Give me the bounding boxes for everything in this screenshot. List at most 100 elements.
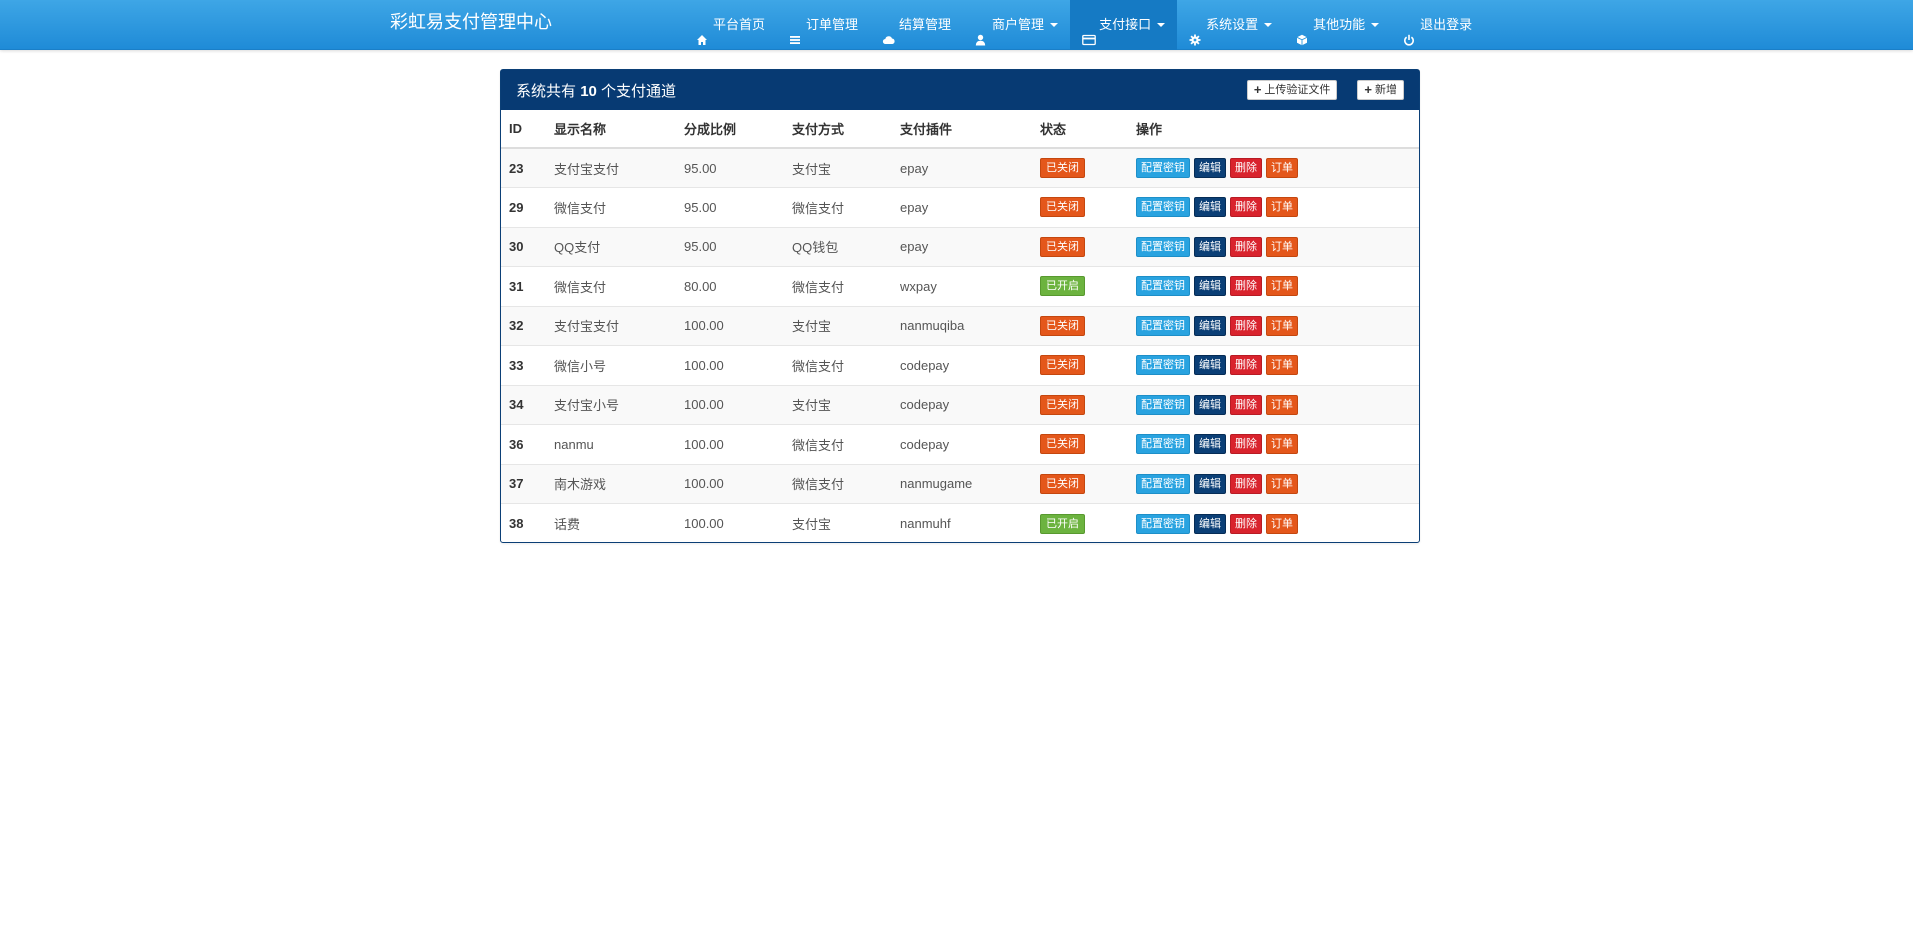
channel-name: 微信支付 — [546, 266, 676, 306]
nav-item-label: 结算管理 — [899, 17, 952, 32]
delete-button[interactable]: 删除 — [1230, 355, 1262, 376]
config-key-button[interactable]: 配置密钥 — [1136, 473, 1190, 494]
channel-method: QQ钱包 — [784, 226, 892, 267]
orders-button[interactable]: 订单 — [1266, 315, 1298, 336]
channel-method: 微信支付 — [784, 345, 892, 385]
nav-item-4[interactable]: 支付接口 — [1070, 0, 1178, 50]
edit-button[interactable]: 编辑 — [1194, 197, 1226, 218]
edit-button[interactable]: 编辑 — [1194, 434, 1226, 455]
top-navbar: 彩虹易支付管理中心 平台首页 订单管理 结算管理 商户管理 支付接口 系统设置 其他功能 退出… — [0, 0, 1913, 50]
nav-item-label: 退出登录 — [1420, 17, 1473, 32]
orders-button[interactable]: 订单 — [1266, 473, 1298, 494]
config-key-button[interactable]: 配置密钥 — [1136, 394, 1190, 415]
orders-button[interactable]: 订单 — [1266, 355, 1298, 376]
config-key-button[interactable]: 配置密钥 — [1136, 434, 1190, 455]
table-row: 23 支付宝支付 95.00 支付宝 epay 已关闭 配置密钥 编辑 删除 订单 — [501, 147, 1419, 188]
status-toggle-button[interactable]: 已关闭 — [1040, 355, 1085, 376]
table-body: 23 支付宝支付 95.00 支付宝 epay 已关闭 配置密钥 编辑 删除 订单 29 微信支付 95… — [501, 147, 1419, 543]
delete-button[interactable]: 删除 — [1230, 158, 1262, 178]
orders-button[interactable]: 订单 — [1266, 434, 1298, 455]
nav-item-0[interactable]: 平台首页 — [684, 0, 777, 50]
orders-button[interactable]: 订单 — [1266, 276, 1298, 297]
channel-id: 37 — [501, 463, 546, 504]
edit-button[interactable]: 编辑 — [1194, 315, 1226, 336]
delete-button[interactable]: 删除 — [1230, 473, 1262, 494]
nav-item-label: 平台首页 — [713, 17, 766, 32]
status-toggle-button[interactable]: 已关闭 — [1040, 197, 1085, 218]
actions-cell: 配置密钥 编辑 删除 订单 — [1128, 384, 1419, 425]
config-key-button[interactable]: 配置密钥 — [1136, 315, 1190, 336]
delete-button[interactable]: 删除 — [1230, 394, 1262, 415]
channel-name: 南木游戏 — [546, 463, 676, 504]
config-key-button[interactable]: 配置密钥 — [1136, 513, 1190, 534]
edit-button[interactable]: 编辑 — [1194, 355, 1226, 376]
delete-button[interactable]: 删除 — [1230, 513, 1262, 534]
status-toggle-button[interactable]: 已关闭 — [1040, 473, 1085, 494]
delete-button[interactable]: 删除 — [1230, 315, 1262, 336]
row-actions: 配置密钥 编辑 删除 订单 — [1136, 434, 1411, 455]
add-channel-button[interactable]: + 新增 — [1357, 80, 1404, 100]
status-cell: 已关闭 — [1032, 226, 1128, 267]
config-key-button[interactable]: 配置密钥 — [1136, 158, 1190, 178]
delete-button[interactable]: 删除 — [1230, 197, 1262, 218]
orders-button[interactable]: 订单 — [1266, 513, 1298, 534]
nav-item-6[interactable]: 其他功能 — [1284, 0, 1391, 50]
nav-item-2[interactable]: 结算管理 — [870, 0, 963, 50]
config-key-button[interactable]: 配置密钥 — [1136, 197, 1190, 218]
row-actions: 配置密钥 编辑 删除 订单 — [1136, 394, 1411, 415]
nav-item-5[interactable]: 系统设置 — [1177, 0, 1284, 50]
edit-button[interactable]: 编辑 — [1194, 276, 1226, 297]
nav-item-label: 系统设置 — [1206, 17, 1259, 32]
upload-verify-file-button[interactable]: + 上传验证文件 — [1246, 80, 1338, 100]
status-toggle-button[interactable]: 已关闭 — [1040, 236, 1085, 257]
edit-button[interactable]: 编辑 — [1194, 236, 1226, 257]
table-row: 36 nanmu 100.00 微信支付 codepay 已关闭 配置密钥 编辑 删除 订单 — [501, 424, 1419, 464]
config-key-button[interactable]: 配置密钥 — [1136, 276, 1190, 297]
status-toggle-button[interactable]: 已开启 — [1040, 276, 1085, 297]
orders-button[interactable]: 订单 — [1266, 158, 1298, 178]
channel-rate: 100.00 — [676, 345, 784, 385]
plus-icon: + — [1364, 82, 1372, 97]
status-toggle-button[interactable]: 已开启 — [1040, 513, 1085, 534]
nav-item-label: 其他功能 — [1313, 17, 1366, 32]
actions-cell: 配置密钥 编辑 删除 订单 — [1128, 187, 1419, 227]
delete-button[interactable]: 删除 — [1230, 236, 1262, 257]
row-actions: 配置密钥 编辑 删除 订单 — [1136, 473, 1411, 494]
nav-item-3[interactable]: 商户管理 — [963, 0, 1070, 50]
orders-button[interactable]: 订单 — [1266, 236, 1298, 257]
channel-id: 23 — [501, 147, 546, 188]
actions-cell: 配置密钥 编辑 删除 订单 — [1128, 226, 1419, 267]
delete-button[interactable]: 删除 — [1230, 434, 1262, 455]
channel-rate: 100.00 — [676, 424, 784, 464]
table-row: 32 支付宝支付 100.00 支付宝 nanmuqiba 已关闭 配置密钥 编辑 删除 订单 — [501, 305, 1419, 346]
edit-button[interactable]: 编辑 — [1194, 158, 1226, 178]
actions-cell: 配置密钥 编辑 删除 订单 — [1128, 266, 1419, 306]
channel-id: 34 — [501, 384, 546, 425]
config-key-button[interactable]: 配置密钥 — [1136, 236, 1190, 257]
channel-plugin: codepay — [892, 384, 1032, 425]
channel-rate: 95.00 — [676, 187, 784, 227]
channel-table: ID 显示名称 分成比例 支付方式 支付插件 状态 操作 23 支付宝支付 95.00 支付宝 ep… — [501, 110, 1419, 543]
column-header: 显示名称 — [546, 110, 676, 149]
delete-button[interactable]: 删除 — [1230, 276, 1262, 297]
channel-method: 微信支付 — [784, 187, 892, 227]
edit-button[interactable]: 编辑 — [1194, 473, 1226, 494]
orders-button[interactable]: 订单 — [1266, 197, 1298, 218]
edit-button[interactable]: 编辑 — [1194, 394, 1226, 415]
row-actions: 配置密钥 编辑 删除 订单 — [1136, 315, 1411, 336]
brand-title[interactable]: 彩虹易支付管理中心 — [390, 0, 552, 50]
status-toggle-button[interactable]: 已关闭 — [1040, 434, 1085, 455]
status-toggle-button[interactable]: 已关闭 — [1040, 394, 1085, 415]
status-toggle-button[interactable]: 已关闭 — [1040, 315, 1085, 336]
upload-verify-file-label: 上传验证文件 — [1264, 84, 1331, 96]
nav-item-7[interactable]: 退出登录 — [1391, 0, 1484, 50]
orders-button[interactable]: 订单 — [1266, 394, 1298, 415]
column-header: 支付方式 — [784, 110, 892, 149]
caret-down-icon — [1157, 23, 1166, 27]
status-toggle-button[interactable]: 已关闭 — [1040, 158, 1085, 178]
config-key-button[interactable]: 配置密钥 — [1136, 355, 1190, 376]
edit-button[interactable]: 编辑 — [1194, 513, 1226, 534]
channel-id: 32 — [501, 305, 546, 346]
nav-item-1[interactable]: 订单管理 — [777, 0, 870, 50]
power-icon — [1403, 19, 1416, 46]
